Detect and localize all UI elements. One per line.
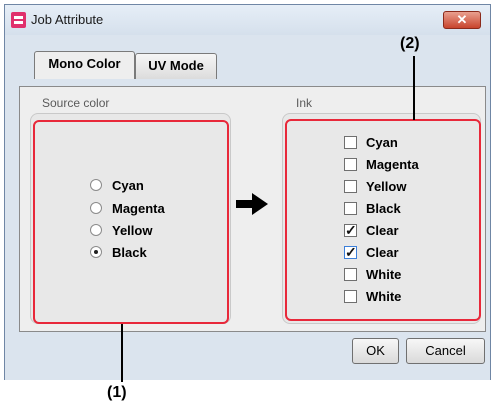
checkmark-icon: ✓ <box>344 243 357 260</box>
ink-checkbox-white-2[interactable]: White <box>344 287 401 305</box>
source-color-label: Source color <box>42 96 110 110</box>
ink-checkbox-yellow[interactable]: Yellow <box>344 177 406 195</box>
right-arrow-icon <box>236 193 268 215</box>
title-bar: Job Attribute ✕ <box>5 5 490 35</box>
app-logo-icon <box>11 12 26 28</box>
ink-label: Ink <box>296 96 313 110</box>
checkbox-indicator <box>344 289 357 303</box>
source-radio-yellow[interactable]: Yellow <box>90 221 152 239</box>
source-radio-cyan[interactable]: Cyan <box>90 176 144 194</box>
checkbox-label: Black <box>366 200 401 216</box>
close-button[interactable]: ✕ <box>443 11 481 29</box>
radio-label: Magenta <box>112 200 165 216</box>
tab-mono-color[interactable]: Mono Color <box>34 51 135 79</box>
close-icon: ✕ <box>456 12 468 27</box>
checkbox-label: Yellow <box>366 178 407 194</box>
source-radio-black[interactable]: Black <box>90 243 147 261</box>
checkbox-indicator <box>344 267 357 281</box>
checkbox-label: Magenta <box>366 156 419 172</box>
ink-checkbox-cyan[interactable]: Cyan <box>344 133 398 151</box>
radio-indicator-selected <box>90 246 102 258</box>
tab-uv-mode[interactable]: UV Mode <box>135 53 217 79</box>
checkbox-label: Clear <box>366 244 399 260</box>
callout-line-1 <box>121 324 123 382</box>
callout-label-2: (2) <box>400 35 420 52</box>
callout-label-1: (1) <box>107 384 127 401</box>
checkbox-indicator <box>344 135 357 149</box>
radio-label: Black <box>112 244 147 260</box>
checkbox-label: White <box>366 288 402 304</box>
window-title: Job Attribute <box>31 12 104 27</box>
checkbox-indicator <box>344 157 357 171</box>
checkbox-label: White <box>366 266 402 282</box>
ink-checkbox-magenta[interactable]: Magenta <box>344 155 419 173</box>
ink-checkbox-black[interactable]: Black <box>344 199 401 217</box>
radio-label: Cyan <box>112 177 144 193</box>
source-radio-magenta[interactable]: Magenta <box>90 199 165 217</box>
radio-indicator <box>90 179 102 191</box>
callout-line-2 <box>413 56 415 120</box>
ok-button[interactable]: OK <box>352 338 399 364</box>
radio-label: Yellow <box>112 222 153 238</box>
checkbox-label: Clear <box>366 222 399 238</box>
radio-indicator <box>90 224 102 236</box>
checkmark-icon: ✓ <box>344 221 357 238</box>
cancel-button[interactable]: Cancel <box>406 338 485 364</box>
radio-indicator <box>90 202 102 214</box>
ink-checkbox-clear-1[interactable]: ✓ Clear <box>344 221 399 239</box>
ink-checkbox-white-1[interactable]: White <box>344 265 401 283</box>
checkbox-label: Cyan <box>366 134 398 150</box>
checkbox-indicator <box>344 201 357 215</box>
ink-checkbox-clear-2[interactable]: ✓ Clear <box>344 243 399 261</box>
checkbox-indicator <box>344 179 357 193</box>
